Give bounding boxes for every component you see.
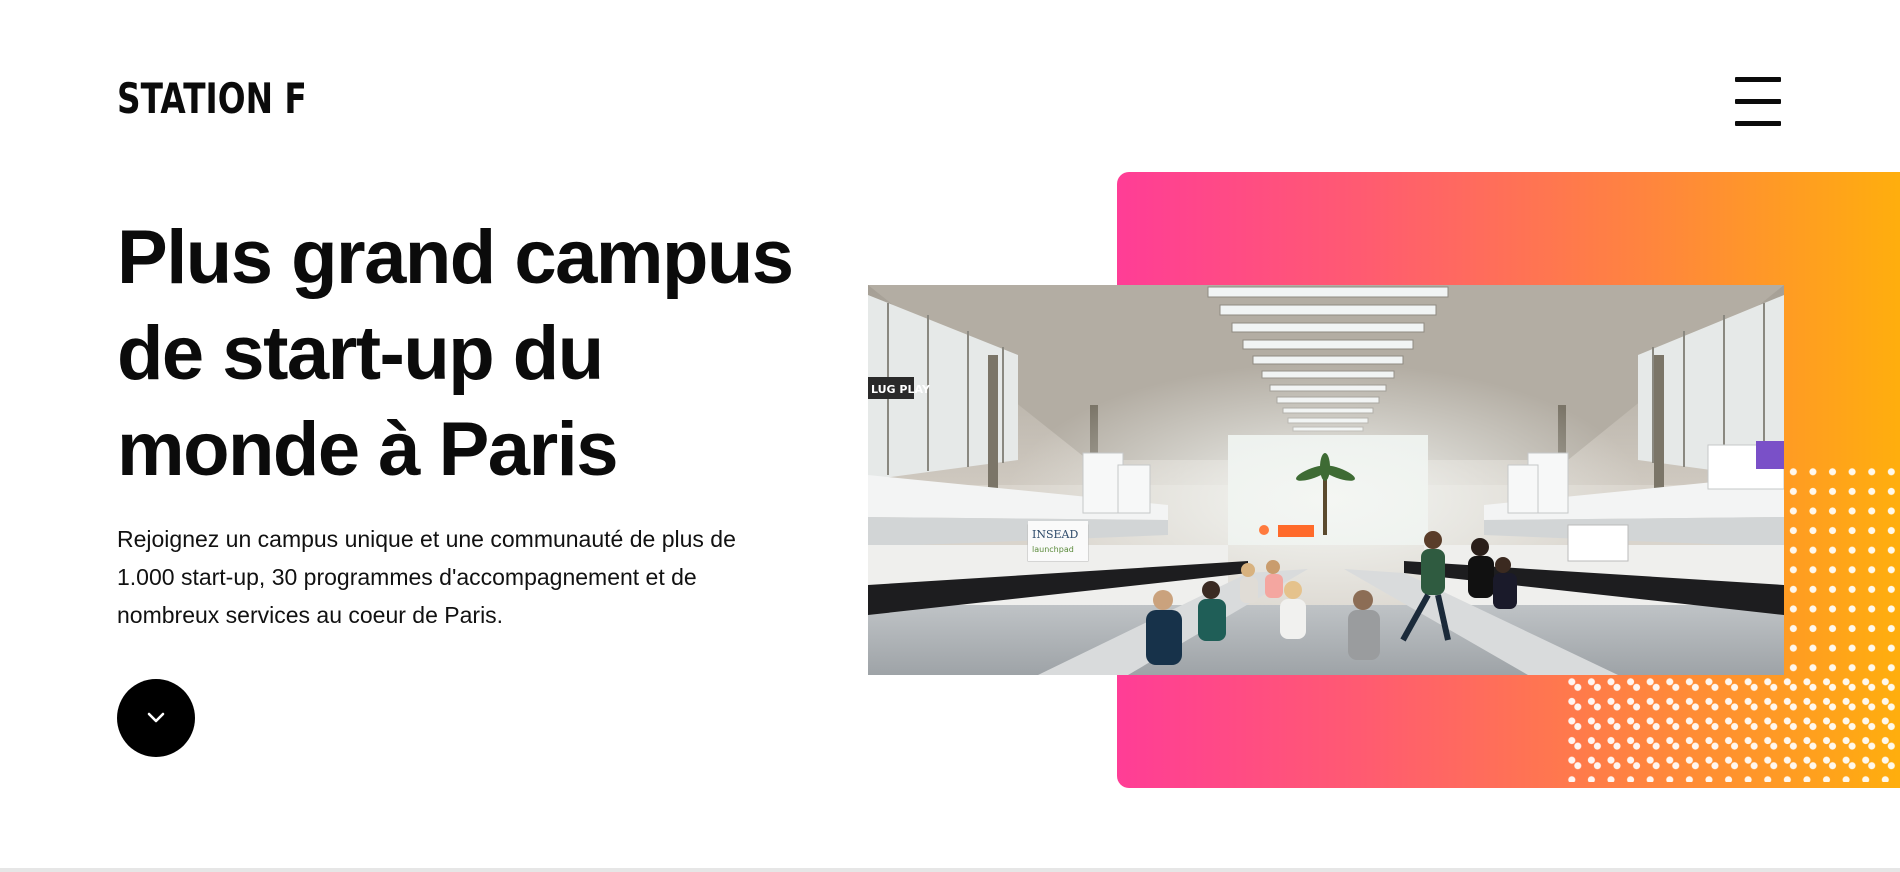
scroll-down-button[interactable] [117, 679, 195, 757]
chevron-down-icon [147, 712, 165, 723]
photo-sign-insead: INSEAD [1032, 528, 1078, 541]
hamburger-menu-icon [1735, 77, 1781, 82]
page: STATION F Plus grand campus de start-up … [0, 0, 1900, 872]
hamburger-menu-button[interactable] [1733, 77, 1783, 127]
bottom-divider [0, 868, 1900, 872]
campus-photo: LUG PLAY INSEAD launchpad [868, 285, 1784, 675]
hero-title: Plus grand campus de start-up du monde à… [117, 215, 794, 492]
dot-pattern-lower [1562, 672, 1900, 782]
photo-sign-left: LUG PLAY [871, 383, 931, 396]
photo-sign-launch: launchpad [1032, 545, 1074, 554]
hero-description: Rejoignez un campus unique et une commun… [117, 526, 736, 628]
station-f-logo[interactable]: STATION F [117, 78, 307, 120]
